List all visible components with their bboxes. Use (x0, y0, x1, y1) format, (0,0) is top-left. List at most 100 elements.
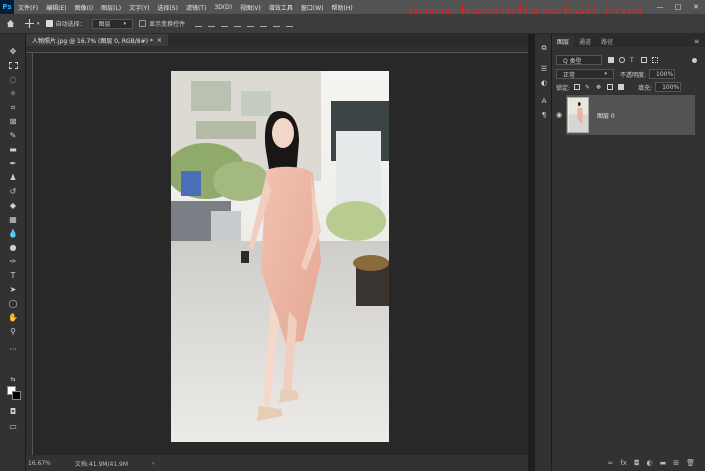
eye-icon[interactable]: ◉ (556, 111, 562, 119)
menu-help[interactable]: 帮助(H) (328, 3, 357, 12)
menu-file[interactable]: 文件(F) (14, 3, 42, 12)
opacity-input[interactable]: 100% (649, 69, 676, 79)
distribute-icon[interactable] (273, 21, 281, 27)
pen-tool-icon[interactable]: ✑ (6, 256, 20, 267)
adjustment-filter-icon[interactable] (619, 57, 625, 63)
brush-tool-icon[interactable]: ✒ (6, 158, 20, 169)
maximize-button[interactable]: □ (669, 0, 687, 14)
healing-brush-icon[interactable]: ▬ (6, 144, 20, 155)
show-transform-checkbox[interactable]: 显示变换控件 (139, 19, 185, 28)
menu-view[interactable]: 视图(V) (236, 3, 265, 12)
quick-mask-icon[interactable]: ◘ (6, 406, 20, 417)
menu-3d[interactable]: 3D(D) (210, 4, 236, 11)
fill-label: 填充: (638, 84, 653, 92)
move-tool-preset-icon[interactable]: ▾ (25, 19, 40, 28)
menu-plugins[interactable]: 增效工具 (265, 3, 297, 12)
hand-tool-icon[interactable]: ✋ (6, 312, 20, 323)
smart-object-filter-icon[interactable] (652, 57, 658, 63)
default-colors-icon[interactable]: ⇆ (6, 374, 20, 385)
gradient-tool-icon[interactable]: ▦ (6, 214, 20, 225)
menu-window[interactable]: 窗口(W) (297, 3, 328, 12)
lock-transparency-icon[interactable] (574, 84, 581, 90)
document-tab-bar: 人物照片.jpg @ 16.7% (图层 0, RGB/8#) * × (26, 34, 528, 46)
eyedropper-icon[interactable]: ✎ (6, 130, 20, 141)
close-tab-icon[interactable]: × (157, 37, 162, 44)
paragraph-panel-icon[interactable]: ¶ (539, 110, 549, 119)
frame-tool-icon[interactable]: ⊠ (6, 116, 20, 127)
layer-name[interactable]: 图层 0 (597, 111, 615, 120)
minimize-button[interactable]: — (651, 0, 669, 14)
menu-edit[interactable]: 编辑(E) (42, 3, 70, 12)
lock-position-icon[interactable]: ✥ (596, 84, 602, 91)
lock-pixels-icon[interactable]: ✎ (585, 84, 591, 91)
document-tab[interactable]: 人物照片.jpg @ 16.7% (图层 0, RGB/8#) * × (26, 34, 168, 46)
tab-layers[interactable]: 图层 (552, 36, 575, 47)
more-tools-icon[interactable]: ··· (6, 344, 20, 355)
align-top-icon[interactable] (234, 21, 242, 27)
tab-channels[interactable]: 通道 (574, 36, 596, 47)
eraser-icon[interactable]: ◆ (6, 200, 20, 211)
dodge-tool-icon[interactable]: ● (6, 242, 20, 253)
pixel-filter-icon[interactable] (608, 57, 614, 63)
menu-layer[interactable]: 图层(L) (97, 3, 125, 12)
path-select-icon[interactable]: ➤ (6, 284, 20, 295)
new-layer-icon[interactable]: ⊞ (673, 459, 679, 467)
add-mask-icon[interactable]: ◘ (634, 459, 640, 467)
delete-layer-icon[interactable]: 🗑 (686, 459, 695, 467)
align-right-icon[interactable] (221, 21, 229, 27)
menu-select[interactable]: 选择(S) (153, 3, 182, 12)
new-adjustment-icon[interactable]: ◐ (647, 459, 653, 467)
lock-all-icon[interactable] (618, 84, 625, 90)
blend-mode-dropdown[interactable]: 正常 ▾ (556, 69, 614, 79)
canvas-photo[interactable] (171, 71, 389, 442)
properties-panel-icon[interactable]: ☰ (539, 64, 549, 73)
history-panel-icon[interactable]: ⧉ (539, 44, 549, 53)
close-window-button[interactable]: ✕ (687, 0, 705, 14)
align-bottom-icon[interactable] (260, 21, 268, 27)
screen-mode-icon[interactable]: ▭ (6, 421, 20, 432)
menu-image[interactable]: 图像(I) (71, 3, 97, 12)
history-brush-icon[interactable]: ↺ (6, 186, 20, 197)
auto-select-label: 自动选择： (55, 21, 86, 28)
fill-input[interactable]: 100% (655, 82, 682, 92)
lasso-tool-icon[interactable]: ◌ (6, 74, 20, 85)
tab-paths[interactable]: 路径 (596, 36, 618, 47)
layer-row[interactable]: 图层 0 (566, 95, 695, 135)
panel-menu-icon[interactable]: ≡ (694, 36, 705, 47)
align-center-icon[interactable] (208, 21, 216, 27)
zoom-tool-icon[interactable]: ⚲ (6, 326, 20, 337)
crop-tool-icon[interactable]: ⌗ (6, 102, 20, 113)
document-size: 文档:41.9M/41.9M (74, 460, 129, 468)
ellipse-tool-icon[interactable]: ◯ (6, 298, 20, 309)
layer-style-icon[interactable]: fx (620, 459, 627, 467)
align-left-icon[interactable] (195, 21, 203, 27)
auto-select-dropdown[interactable]: 图层 ▾ (91, 18, 134, 29)
character-panel-icon[interactable]: A (539, 96, 549, 105)
vertical-ruler[interactable] (26, 53, 33, 455)
filter-kind-label: Q 类型 (563, 57, 582, 65)
background-color-swatch[interactable] (12, 391, 21, 400)
align-middle-icon[interactable] (247, 21, 255, 27)
type-filter-icon[interactable]: T (630, 57, 636, 64)
type-tool-icon[interactable]: T (6, 270, 20, 281)
marquee-tool-icon[interactable] (6, 60, 20, 71)
auto-select-checkbox[interactable]: 自动选择： (45, 19, 86, 28)
shape-filter-icon[interactable] (641, 57, 647, 63)
filter-kind-dropdown[interactable]: Q 类型 (556, 55, 602, 65)
adjustments-panel-icon[interactable]: ◐ (539, 78, 549, 87)
filter-toggle-icon[interactable] (692, 57, 697, 63)
menu-filter[interactable]: 滤镜(T) (182, 3, 210, 12)
zoom-level[interactable]: 16.67% (28, 460, 51, 467)
clone-stamp-icon[interactable]: ♟ (6, 172, 20, 183)
link-layers-icon[interactable]: ∞ (608, 459, 614, 467)
home-icon[interactable] (6, 19, 15, 28)
new-group-icon[interactable]: ▬ (660, 459, 667, 467)
blur-tool-icon[interactable]: 💧 (6, 228, 20, 239)
more-options-icon[interactable] (286, 21, 294, 27)
menu-type[interactable]: 文字(Y) (125, 3, 153, 12)
move-tool-icon[interactable]: ✥ (6, 46, 20, 57)
horizontal-ruler[interactable] (26, 46, 528, 53)
magic-wand-icon[interactable]: ✧ (6, 88, 20, 99)
lock-artboard-icon[interactable] (607, 84, 614, 90)
status-menu-arrow[interactable]: › (152, 460, 154, 467)
